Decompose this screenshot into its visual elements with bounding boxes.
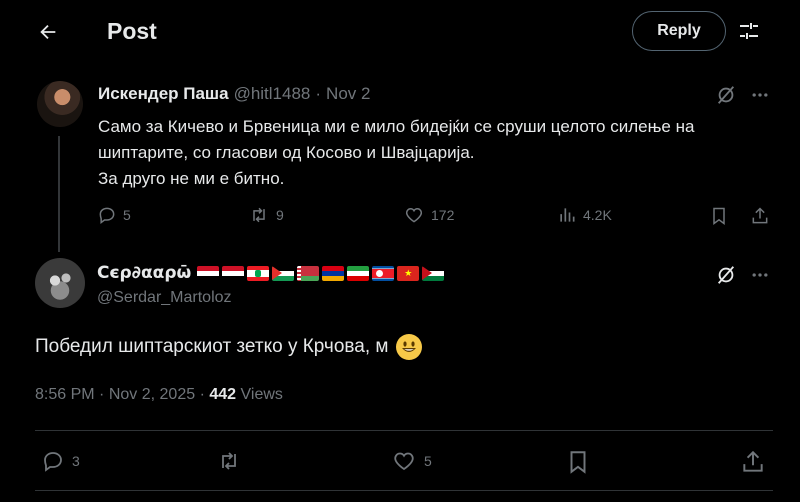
share-icon: [752, 207, 768, 224]
top-bar: Post Reply: [0, 0, 800, 64]
reply-count: 3: [72, 453, 80, 469]
lebanon-flag-icon: [247, 265, 270, 281]
separator-dot: ·: [99, 386, 105, 403]
grok-icon: [717, 86, 735, 104]
views-action[interactable]: 4.2K: [557, 205, 612, 225]
display-name[interactable]: Искендер Паша: [98, 84, 229, 104]
views-count: 4.2K: [583, 207, 612, 223]
share-action[interactable]: [740, 449, 766, 475]
user-handle[interactable]: @hitl1488: [234, 84, 311, 104]
divider: [35, 490, 773, 491]
tweet-text-line: Само за Кичево и Брвеница ми е мило биде…: [98, 117, 695, 136]
bookmark-icon: [713, 207, 725, 225]
grok-button[interactable]: [714, 83, 738, 107]
tweet-text: Само за Кичево и Брвеница ми е мило биде…: [98, 114, 778, 192]
reply-count: 5: [123, 207, 131, 223]
avatar[interactable]: [35, 258, 85, 308]
more-horizontal-icon: [752, 273, 768, 277]
tweet-text-line: За друго не ми е битно.: [98, 169, 285, 188]
repost-icon: [222, 452, 236, 470]
reply-action[interactable]: 5: [97, 205, 131, 225]
divider: [35, 430, 773, 431]
iran-flag-icon: [347, 265, 370, 281]
bar-chart-icon: [560, 208, 575, 222]
tweet-time[interactable]: 8:56 PM: [35, 386, 95, 403]
thread-connector: [58, 136, 60, 252]
egypt-flag-icon: [197, 265, 220, 281]
arrow-left-icon: [40, 24, 56, 40]
syria-flag-icon: [222, 265, 245, 281]
user-handle[interactable]: @Serdar_Martoloz: [97, 289, 232, 307]
grinning-face-emoji-icon: [396, 334, 423, 360]
north-korea-flag-icon: [372, 265, 395, 281]
share-icon: [743, 450, 763, 472]
sliders-icon: [740, 23, 758, 39]
tweet-header: Искендер Паша @hitl1488 · Nov 2: [98, 84, 370, 106]
separator-dot: ·: [199, 386, 205, 403]
back-button[interactable]: [30, 14, 66, 50]
grok-icon: [717, 266, 735, 284]
filter-button[interactable]: [734, 16, 764, 46]
more-options-button[interactable]: [748, 263, 772, 287]
armenia-flag-icon: [322, 265, 345, 281]
share-action[interactable]: [750, 205, 770, 227]
bookmark-action[interactable]: [565, 449, 591, 475]
page-title: Post: [107, 18, 157, 44]
separator-dot: ·: [315, 84, 322, 103]
tweet-text: Победил шиптарскиот зетко у Крчова, м: [35, 334, 423, 360]
vietnam-flag-icon: ★: [397, 265, 420, 281]
avatar[interactable]: [37, 81, 83, 127]
views-label: Views: [240, 386, 283, 403]
western-sahara-flag-icon: [422, 265, 445, 281]
bookmark-icon: [570, 451, 586, 474]
display-name[interactable]: Ϲєρ∂ααρω̄: [97, 263, 191, 283]
heart-icon: [394, 452, 414, 471]
like-count: 5: [424, 453, 432, 469]
reply-icon: [99, 207, 115, 224]
palestine-flag-icon: [272, 265, 295, 281]
reply-action[interactable]: 3: [40, 449, 80, 473]
reply-icon: [44, 452, 62, 472]
repost-action[interactable]: 9: [248, 205, 284, 225]
repost-icon: [253, 207, 265, 223]
tweet-text-content: Победил шиптарскиот зетко у Крчова, м: [35, 336, 389, 357]
like-action[interactable]: 5: [390, 449, 432, 473]
like-action[interactable]: 172: [403, 205, 454, 225]
reply-button[interactable]: Reply: [632, 11, 726, 51]
more-options-button[interactable]: [748, 83, 772, 107]
like-count: 172: [431, 207, 455, 223]
repost-count: 9: [276, 207, 284, 223]
heart-icon: [405, 207, 423, 223]
bookmark-action[interactable]: [709, 205, 729, 227]
views-count: 442: [209, 386, 237, 403]
tweet-date[interactable]: Nov 2, 2025: [109, 386, 195, 403]
tweet-header: Ϲєρ∂ααρω̄ ★: [97, 262, 445, 284]
tweet-text-line: шиптарите, со гласови од Косово и Швајца…: [98, 143, 475, 162]
repost-action[interactable]: [215, 449, 243, 473]
flag-emoji-list: ★: [197, 265, 445, 281]
grok-button[interactable]: [714, 263, 738, 287]
belarus-flag-icon: [297, 265, 320, 281]
tweet-meta: 8:56 PM · Nov 2, 2025 · 442 Views: [35, 386, 283, 404]
tweet-date[interactable]: Nov 2: [326, 84, 370, 104]
more-horizontal-icon: [752, 93, 768, 97]
